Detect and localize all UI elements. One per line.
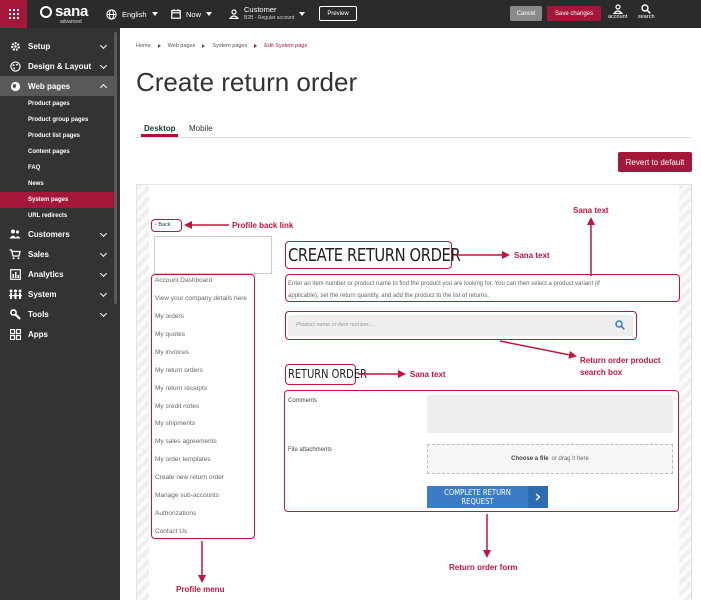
annotation-sana-text-return: Sana text bbox=[410, 370, 446, 379]
sidebar-item-web-pages[interactable]: Web pages bbox=[0, 76, 114, 96]
intro-text: Enter an item number or product name to … bbox=[288, 281, 600, 299]
canvas-margin-left bbox=[137, 185, 149, 600]
cancel-button[interactable]: Cancel bbox=[510, 6, 542, 21]
annotation-search-box: Return order product search box bbox=[580, 356, 661, 377]
palette-icon bbox=[9, 60, 21, 72]
account-button[interactable]: account bbox=[608, 4, 627, 20]
comments-textarea[interactable] bbox=[427, 395, 673, 433]
sidebar-item-system[interactable]: System bbox=[0, 284, 114, 304]
calendar-icon bbox=[171, 9, 181, 19]
account-icon bbox=[612, 4, 623, 14]
grid-icon bbox=[8, 9, 19, 19]
page-title: Create return order bbox=[136, 67, 358, 97]
sidebar-item-design-layout[interactable]: Design & Layout bbox=[0, 56, 114, 76]
file-attachments-dropzone[interactable]: Choose a file or drag it here bbox=[427, 444, 673, 474]
breadcrumb-web-pages[interactable]: Web pages bbox=[168, 43, 196, 49]
profile-menu-item[interactable]: My sales agreements bbox=[155, 438, 217, 445]
sidebar-subitem-product-list-pages[interactable]: Product list pages bbox=[0, 128, 114, 144]
profile-menu-item[interactable]: Contact Us bbox=[155, 528, 187, 535]
apps-icon bbox=[9, 328, 21, 340]
annotation-profile-back-link: Profile back link bbox=[232, 221, 294, 230]
profile-menu-item[interactable]: My orders bbox=[155, 313, 184, 320]
annotation-sana-text-top: Sana text bbox=[573, 206, 609, 215]
profile-menu-item[interactable]: My shipments bbox=[155, 420, 195, 427]
product-search-input[interactable]: Product name or item number... bbox=[288, 315, 633, 336]
sidebar-subitem-system-pages[interactable]: System pages bbox=[0, 192, 114, 208]
people-icon bbox=[9, 229, 21, 239]
profile-menu-item[interactable]: My quotes bbox=[155, 331, 185, 338]
sidebar: Setup Design & Layout Web pages Product … bbox=[0, 28, 120, 600]
sidebar-item-setup[interactable]: Setup bbox=[0, 36, 114, 56]
back-link[interactable]: ‹ Back bbox=[155, 222, 171, 228]
sidebar-item-tools[interactable]: Tools bbox=[0, 304, 114, 324]
app-grid-button[interactable] bbox=[0, 0, 27, 28]
customer-selector[interactable]: Customer B2B - Regular account bbox=[229, 0, 306, 28]
top-bar: sana advanced English Now Customer B2B - … bbox=[0, 0, 701, 28]
profile-menu-item[interactable]: Account Dashboard bbox=[155, 277, 212, 284]
canvas-margin-right bbox=[679, 185, 691, 600]
profile-menu-item[interactable]: View your company details here bbox=[155, 295, 247, 302]
search-icon[interactable] bbox=[615, 320, 625, 330]
profile-menu-item[interactable]: My credit notes bbox=[155, 403, 199, 410]
sidebar-subitem-news[interactable]: News bbox=[0, 176, 114, 192]
chevron-right-icon bbox=[528, 486, 548, 508]
profile-menu-item[interactable]: Manage sub-accounts bbox=[155, 492, 219, 499]
profile-menu-item[interactable]: My return orders bbox=[155, 367, 203, 374]
sidebar-item-sales[interactable]: Sales bbox=[0, 244, 114, 264]
file-attachments-label: File attachments bbox=[288, 447, 333, 453]
sidebar-item-customers[interactable]: Customers bbox=[0, 224, 114, 244]
network-icon bbox=[8, 289, 22, 299]
gear-icon bbox=[10, 41, 20, 51]
device-tabs: Desktop Mobile bbox=[136, 121, 692, 138]
breadcrumb-current: Edit System page bbox=[264, 43, 308, 49]
breadcrumb-system-pages[interactable]: System pages bbox=[212, 43, 247, 49]
complete-return-request-button[interactable]: COMPLETE RETURN REQUEST bbox=[427, 486, 548, 508]
save-changes-button[interactable]: Save changes bbox=[547, 6, 601, 21]
tab-desktop[interactable]: Desktop bbox=[144, 124, 176, 133]
search-icon bbox=[641, 4, 652, 14]
sidebar-subitem-content-pages[interactable]: Content pages bbox=[0, 144, 114, 160]
profile-menu-item[interactable]: Create new return order bbox=[155, 474, 224, 481]
breadcrumb-home[interactable]: Home bbox=[136, 43, 151, 49]
chart-icon bbox=[9, 268, 21, 280]
sidebar-subitem-url-redirects[interactable]: URL redirects bbox=[0, 208, 114, 224]
active-tab-indicator bbox=[141, 134, 178, 137]
sidebar-item-apps[interactable]: Apps bbox=[0, 324, 114, 344]
sidebar-subitem-product-pages[interactable]: Product pages bbox=[0, 96, 114, 112]
profile-menu-item[interactable]: My order templates bbox=[155, 456, 211, 463]
wrench-icon bbox=[9, 308, 21, 320]
globe-icon bbox=[106, 8, 117, 20]
revert-to-default-button[interactable]: Revert to default bbox=[618, 152, 692, 172]
profile-image-placeholder bbox=[154, 236, 272, 274]
date-selector[interactable]: Now bbox=[171, 0, 213, 28]
annotation-sana-text-heading: Sana text bbox=[514, 251, 550, 260]
globe-icon bbox=[10, 81, 20, 91]
search-button[interactable]: search bbox=[638, 4, 655, 20]
profile-menu-item[interactable]: My return receipts bbox=[155, 385, 207, 392]
sana-logo: sana advanced bbox=[40, 4, 88, 25]
profile-menu-item[interactable]: Authorizations bbox=[155, 510, 196, 517]
choose-file-link[interactable]: Choose a file bbox=[511, 456, 548, 462]
language-selector[interactable]: English bbox=[106, 0, 158, 28]
preview-button[interactable]: Preview bbox=[319, 6, 357, 21]
drag-hint: or drag it here bbox=[551, 456, 589, 462]
user-icon bbox=[229, 9, 239, 19]
annotation-return-order-form: Return order form bbox=[449, 563, 518, 572]
breadcrumb: Home Web pages System pages Edit System … bbox=[136, 43, 307, 49]
sidebar-item-analytics[interactable]: Analytics bbox=[0, 264, 114, 284]
return-order-heading: RETURN ORDER bbox=[288, 367, 367, 381]
annotation-profile-menu: Profile menu bbox=[176, 585, 225, 594]
profile-menu-item[interactable]: My invoices bbox=[155, 349, 189, 356]
sidebar-subitem-product-group-pages[interactable]: Product group pages bbox=[0, 112, 114, 128]
sidebar-scrollbar[interactable] bbox=[114, 32, 117, 304]
return-order-page-heading: CREATE RETURN ORDER bbox=[288, 245, 461, 266]
cart-icon bbox=[9, 248, 21, 259]
tab-mobile[interactable]: Mobile bbox=[189, 124, 213, 133]
sidebar-subitem-faq[interactable]: FAQ bbox=[0, 160, 114, 176]
comments-label: Comments bbox=[288, 398, 318, 404]
